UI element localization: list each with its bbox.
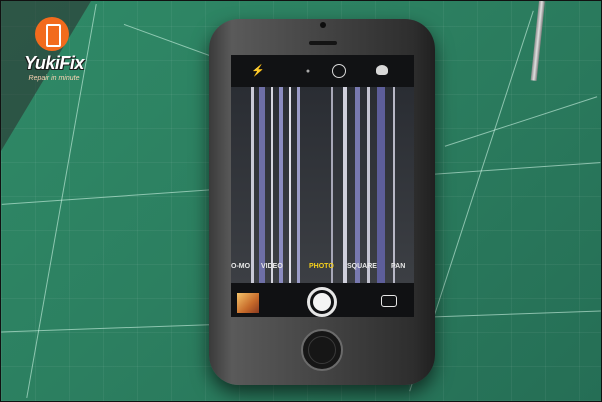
mode-square[interactable]: SQUARE <box>347 263 377 270</box>
screen-defect-line <box>367 87 370 283</box>
front-camera <box>320 22 326 28</box>
switch-camera-icon[interactable] <box>381 295 397 307</box>
hdr-icon[interactable]: ● <box>296 66 320 78</box>
screen-defect-line <box>251 87 254 283</box>
screen-defect-line <box>343 87 347 283</box>
iphone: ⚡ ● O-MO VIDEO PHOTO SQUARE PAN <box>209 19 435 385</box>
mode-pano[interactable]: PAN <box>391 263 405 270</box>
mode-video[interactable]: VIDEO <box>261 263 283 270</box>
screen-defect-line <box>279 87 283 283</box>
screen-defect-line <box>377 87 385 283</box>
camera-viewfinder <box>231 87 414 283</box>
earpiece-speaker <box>309 41 337 45</box>
home-button[interactable] <box>301 329 343 371</box>
camera-top-bar: ⚡ ● <box>231 55 414 87</box>
mode-slo-mo[interactable]: O-MO <box>231 263 250 270</box>
camera-mode-selector: O-MO VIDEO PHOTO SQUARE PAN <box>231 263 414 279</box>
screen-defect-line <box>393 87 395 283</box>
last-photo-thumbnail[interactable] <box>237 293 259 313</box>
screen-defect-line <box>297 87 300 283</box>
screen-defect-line <box>259 87 265 283</box>
screen-defect-line <box>331 87 333 283</box>
shutter-inner <box>313 293 331 311</box>
timer-icon[interactable] <box>332 64 346 78</box>
mat-grid-line <box>444 96 598 147</box>
shutter-button[interactable] <box>307 287 337 317</box>
phone-icon <box>46 24 61 47</box>
brand-logo: YukiFix Repair in minute <box>15 15 93 97</box>
screen-defect-line <box>289 87 291 283</box>
filter-icon[interactable] <box>376 65 388 75</box>
screen-defect-line <box>355 87 360 283</box>
touch-id-ring <box>308 336 336 364</box>
photo-scene: YukiFix Repair in minute ⚡ ● O-MO VIDEO … <box>0 0 602 402</box>
logo-brand-text: YukiFix <box>24 53 84 73</box>
logo-tagline: Repair in minute <box>28 75 80 82</box>
phone-screen: ⚡ ● O-MO VIDEO PHOTO SQUARE PAN <box>231 55 414 317</box>
mode-photo[interactable]: PHOTO <box>309 263 334 270</box>
mat-grid-line <box>123 23 219 60</box>
flash-off-icon[interactable]: ⚡ <box>251 65 265 77</box>
screen-defect-line <box>271 87 273 283</box>
